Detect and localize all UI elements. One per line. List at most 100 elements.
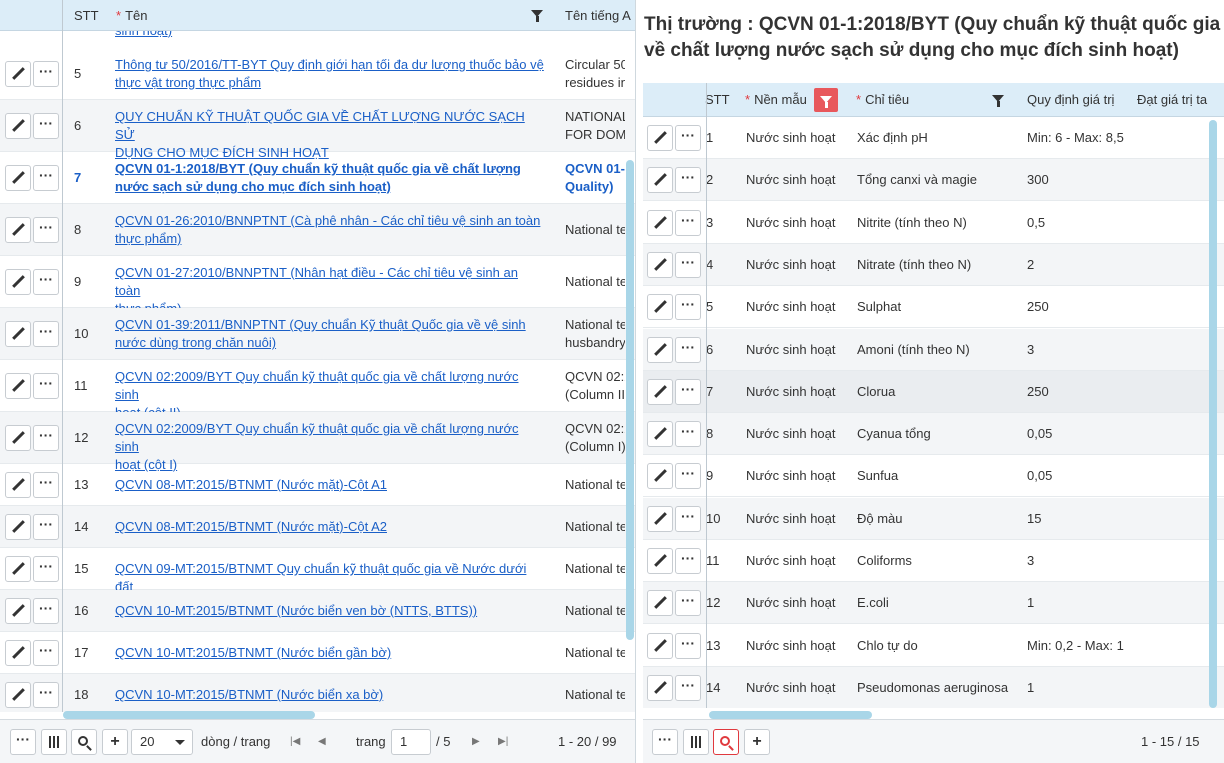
table-row[interactable]: ··· 4 Nước sinh hoạt Nitrate (tính theo N) 2 [643, 243, 1224, 286]
row-more-button[interactable]: ··· [33, 217, 59, 243]
table-row[interactable]: ··· 15 QCVN 09-MT:2015/BTNMT Quy chuẩn kỹ … [0, 548, 635, 594]
standard-name-link[interactable]: QCVN 01-26:2010/BNNPTNT (Cà phê nhân - C… [115, 212, 545, 248]
row-more-button[interactable]: ··· [33, 113, 59, 139]
edit-button[interactable] [647, 125, 673, 151]
table-row[interactable]: ··· 2 Nước sinh hoạt Tổng canxi và magie 300 [643, 159, 1224, 202]
table-row[interactable]: ··· 12 Nước sinh hoạt E.coli 1 [643, 582, 1224, 625]
edit-button[interactable] [647, 632, 673, 659]
row-more-button[interactable]: ··· [33, 373, 59, 399]
table-row[interactable]: ··· 7 Nước sinh hoạt Clorua 250 [643, 370, 1224, 413]
table-row[interactable]: ··· 6 Nước sinh hoạt Amoni (tính theo N) 3 [643, 328, 1224, 371]
table-row[interactable]: ··· 9 Nước sinh hoạt Sunfua 0,05 [643, 455, 1224, 498]
table-row[interactable]: ··· 9 QCVN 01-27:2010/BNNPTNT (Nhân hạt đi… [0, 256, 635, 316]
table-row[interactable]: ··· 7 QCVN 01-1:2018/BYT (Quy chuẩn kỹ thu… [0, 152, 635, 204]
add-button[interactable]: + [102, 729, 128, 755]
column-header-limit[interactable]: Quy định giá trị [1027, 83, 1114, 117]
column-header-pass[interactable]: Đạt giá trị ta [1137, 83, 1224, 117]
standard-name-link[interactable]: QCVN 10-MT:2015/BTNMT (Nước biển ven bờ … [115, 602, 545, 620]
columns-button[interactable] [41, 729, 67, 755]
horizontal-scrollbar[interactable] [63, 711, 315, 719]
search-button[interactable] [71, 729, 97, 755]
table-row[interactable]: ··· 16 QCVN 10-MT:2015/BTNMT (Nước biển ve… [0, 590, 635, 632]
row-more-button[interactable]: ··· [33, 165, 59, 191]
row-more-button[interactable]: ··· [33, 514, 59, 540]
table-row[interactable]: ··· 18 QCVN 10-MT:2015/BTNMT (Nước biển xa… [0, 674, 635, 712]
row-more-button[interactable]: ··· [675, 336, 701, 363]
edit-button[interactable] [5, 113, 31, 139]
row-more-button[interactable]: ··· [675, 294, 701, 321]
edit-button[interactable] [647, 421, 673, 448]
edit-button[interactable] [647, 674, 673, 701]
row-more-button[interactable]: ··· [33, 61, 59, 87]
standard-name-link[interactable]: QCVN 10-MT:2015/BTNMT (Nước biển xa bờ) [115, 686, 545, 704]
row-more-button[interactable]: ··· [675, 674, 701, 701]
edit-button[interactable] [5, 472, 31, 498]
column-header-stt[interactable]: STT [705, 83, 730, 117]
row-more-button[interactable]: ··· [33, 598, 59, 624]
row-more-button[interactable]: ··· [33, 682, 59, 708]
table-row[interactable]: ··· 12 QCVN 02:2009/BYT Quy chuẩn kỹ thuật… [0, 412, 635, 472]
edit-button[interactable] [5, 373, 31, 399]
row-more-button[interactable]: ··· [675, 548, 701, 574]
table-row[interactable]: ··· 8 QCVN 01-26:2010/BNNPTNT (Cà phê nhân… [0, 204, 635, 256]
table-row[interactable]: ··· 5 Thông tư 50/2016/TT-BYT Quy định giớ… [0, 48, 635, 100]
filter-icon[interactable] [992, 95, 1004, 107]
column-header-name-en[interactable]: Tên tiếng A [565, 0, 635, 31]
standard-name-link[interactable]: QCVN 01-1:2018/BYT (Quy chuẩn kỹ thuật q… [115, 160, 545, 196]
last-page-icon[interactable]: ▶| [498, 720, 508, 763]
table-row[interactable]: ··· 5 Nước sinh hoạt Sulphat 250 [643, 286, 1224, 329]
columns-button[interactable] [683, 729, 709, 755]
edit-button[interactable] [5, 598, 31, 624]
row-more-button[interactable]: ··· [33, 269, 59, 295]
edit-button[interactable] [5, 640, 31, 666]
first-page-icon[interactable]: |◀ [290, 720, 300, 763]
row-more-button[interactable]: ··· [675, 421, 701, 448]
table-row[interactable]: ··· 10 QCVN 01-39:2011/BNNPTNT (Quy chuẩn … [0, 308, 635, 360]
table-row[interactable]: ··· 17 QCVN 10-MT:2015/BTNMT (Nước biển gầ… [0, 632, 635, 674]
matrix-filter-button[interactable] [814, 88, 838, 112]
row-more-button[interactable]: ··· [675, 505, 701, 532]
column-header-stt[interactable]: STT [74, 0, 99, 31]
edit-button[interactable] [5, 61, 31, 87]
edit-button[interactable] [647, 505, 673, 532]
table-row[interactable]: ··· 3 Nước sinh hoạt Nitrite (tính theo N) 0… [643, 202, 1224, 244]
edit-button[interactable] [5, 217, 31, 243]
edit-button[interactable] [5, 682, 31, 708]
table-row[interactable]: ··· 8 Nước sinh hoạt Cyanua tổng 0,05 [643, 413, 1224, 456]
edit-button[interactable] [647, 548, 673, 574]
edit-button[interactable] [647, 463, 673, 490]
table-row[interactable]: ··· 11 Nước sinh hoạt Coliforms 3 [643, 540, 1224, 582]
edit-button[interactable] [647, 336, 673, 363]
table-row[interactable]: ··· 10 Nước sinh hoạt Độ màu 15 [643, 497, 1224, 540]
table-row[interactable]: ··· 11 QCVN 02:2009/BYT Quy chuẩn kỹ thuật… [0, 360, 635, 420]
standard-name-link[interactable]: QCVN 08-MT:2015/BTNMT (Nước mặt)-Cột A2 [115, 518, 545, 536]
edit-button[interactable] [5, 514, 31, 540]
row-more-button[interactable]: ··· [33, 321, 59, 347]
row-more-button[interactable]: ··· [33, 640, 59, 666]
row-more-button[interactable]: ··· [33, 425, 59, 451]
edit-button[interactable] [5, 321, 31, 347]
prev-page-icon[interactable]: ◀ [318, 720, 326, 763]
row-more-button[interactable]: ··· [675, 125, 701, 151]
edit-button[interactable] [647, 251, 673, 278]
row-more-button[interactable]: ··· [675, 167, 701, 194]
row-more-button[interactable]: ··· [675, 209, 701, 236]
more-options-button[interactable]: ··· [652, 729, 678, 755]
standard-name-link[interactable]: QCVN 08-MT:2015/BTNMT (Nước mặt)-Cột A1 [115, 476, 545, 494]
row-more-button[interactable]: ··· [33, 472, 59, 498]
standard-name-link[interactable]: Thông tư 50/2016/TT-BYT Quy định giới hạ… [115, 56, 545, 92]
edit-button[interactable] [5, 556, 31, 582]
vertical-scrollbar[interactable] [1209, 120, 1217, 708]
column-header-indicator[interactable]: * Chỉ tiêu [856, 83, 909, 117]
more-options-button[interactable]: ··· [10, 729, 36, 755]
table-row[interactable]: ··· 13 Nước sinh hoạt Chlo tự do Min: 0,2 - … [643, 625, 1224, 667]
page-size-select[interactable]: 20 [131, 729, 193, 755]
column-header-name[interactable]: * Tên [116, 0, 147, 31]
next-page-icon[interactable]: ▶ [472, 720, 480, 763]
table-row[interactable]: ··· 6 QUY CHUẨN KỸ THUẬT QUỐC GIA VỀ CHẤT … [0, 100, 635, 160]
row-more-button[interactable]: ··· [675, 251, 701, 278]
table-row[interactable]: ··· 1 Nước sinh hoạt Xác định pH Min: 6 - Ma… [643, 117, 1224, 159]
edit-button[interactable] [647, 590, 673, 617]
column-header-matrix[interactable]: * Nền mẫu [745, 83, 807, 117]
edit-button[interactable] [647, 294, 673, 321]
